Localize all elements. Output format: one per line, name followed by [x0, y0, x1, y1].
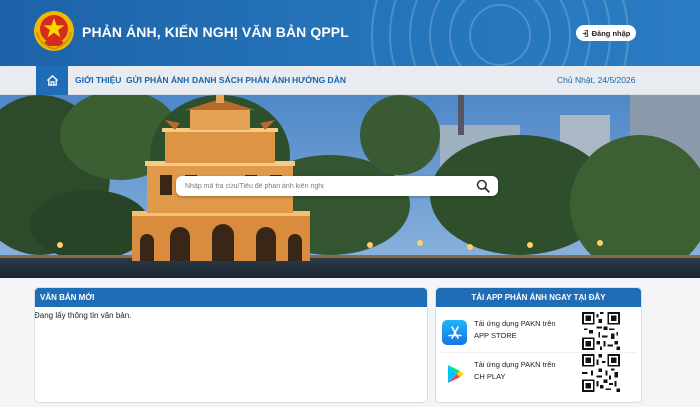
- app-store-qr-code: [582, 312, 620, 350]
- ch-play-text: Tải ứng dụng PAKN trên CH PLAY: [474, 359, 556, 383]
- ch-play-qr-code: [582, 354, 620, 392]
- current-date: Chủ Nhật, 24/5/2026: [557, 75, 636, 85]
- search-box: [176, 176, 498, 196]
- site-title: PHẢN ÁNH, KIẾN NGHỊ VĂN BẢN QPPL: [82, 24, 349, 40]
- nav-item-intro[interactable]: GIỚI THIỆU: [75, 75, 121, 85]
- nav-item-guide[interactable]: HƯỚNG DẪN: [292, 75, 346, 85]
- login-icon: [582, 29, 588, 37]
- app-store-link[interactable]: Tải ứng dụng PAKN trên APP STORE: [441, 312, 636, 352]
- home-button[interactable]: [36, 66, 68, 95]
- app-store-icon: [442, 320, 467, 345]
- loading-text: Đang lấy thông tin văn bản.: [34, 311, 132, 320]
- home-icon: [46, 74, 58, 86]
- app-download-panel: TẢI APP PHẢN ÁNH NGAY TẠI ĐÂY Tải ứng dụ…: [435, 287, 642, 403]
- login-label: Đăng nhập: [591, 28, 631, 38]
- site-header: PHẢN ÁNH, KIẾN NGHỊ VĂN BẢN QPPL Đăng nh…: [0, 0, 700, 66]
- ch-play-line2: CH PLAY: [474, 372, 506, 381]
- search-input[interactable]: [185, 180, 465, 192]
- google-play-icon: [442, 361, 467, 386]
- new-documents-title: VĂN BẢN MỚI: [35, 288, 427, 307]
- main-nav: GIỚI THIỆU GỬI PHẢN ÁNH DANH SÁCH PHẢN Á…: [0, 66, 700, 95]
- national-emblem-icon: [34, 11, 74, 51]
- nav-item-list[interactable]: DANH SÁCH PHẢN ÁNH: [192, 75, 290, 85]
- nav-item-submit[interactable]: GỬI PHẢN ÁNH: [126, 75, 189, 85]
- hero-banner: [0, 95, 700, 278]
- ch-play-line1: Tải ứng dụng PAKN trên: [474, 360, 556, 369]
- new-documents-panel: VĂN BẢN MỚI Đang lấy thông tin văn bản.: [34, 287, 428, 403]
- app-download-title: TẢI APP PHẢN ÁNH NGAY TẠI ĐÂY: [436, 288, 641, 307]
- app-store-line1: Tải ứng dụng PAKN trên: [474, 319, 556, 328]
- login-button[interactable]: Đăng nhập: [576, 25, 636, 41]
- search-icon[interactable]: [476, 179, 490, 193]
- app-store-text: Tải ứng dụng PAKN trên APP STORE: [474, 318, 556, 342]
- ch-play-link[interactable]: Tải ứng dụng PAKN trên CH PLAY: [441, 352, 636, 392]
- app-store-line2: APP STORE: [474, 331, 517, 340]
